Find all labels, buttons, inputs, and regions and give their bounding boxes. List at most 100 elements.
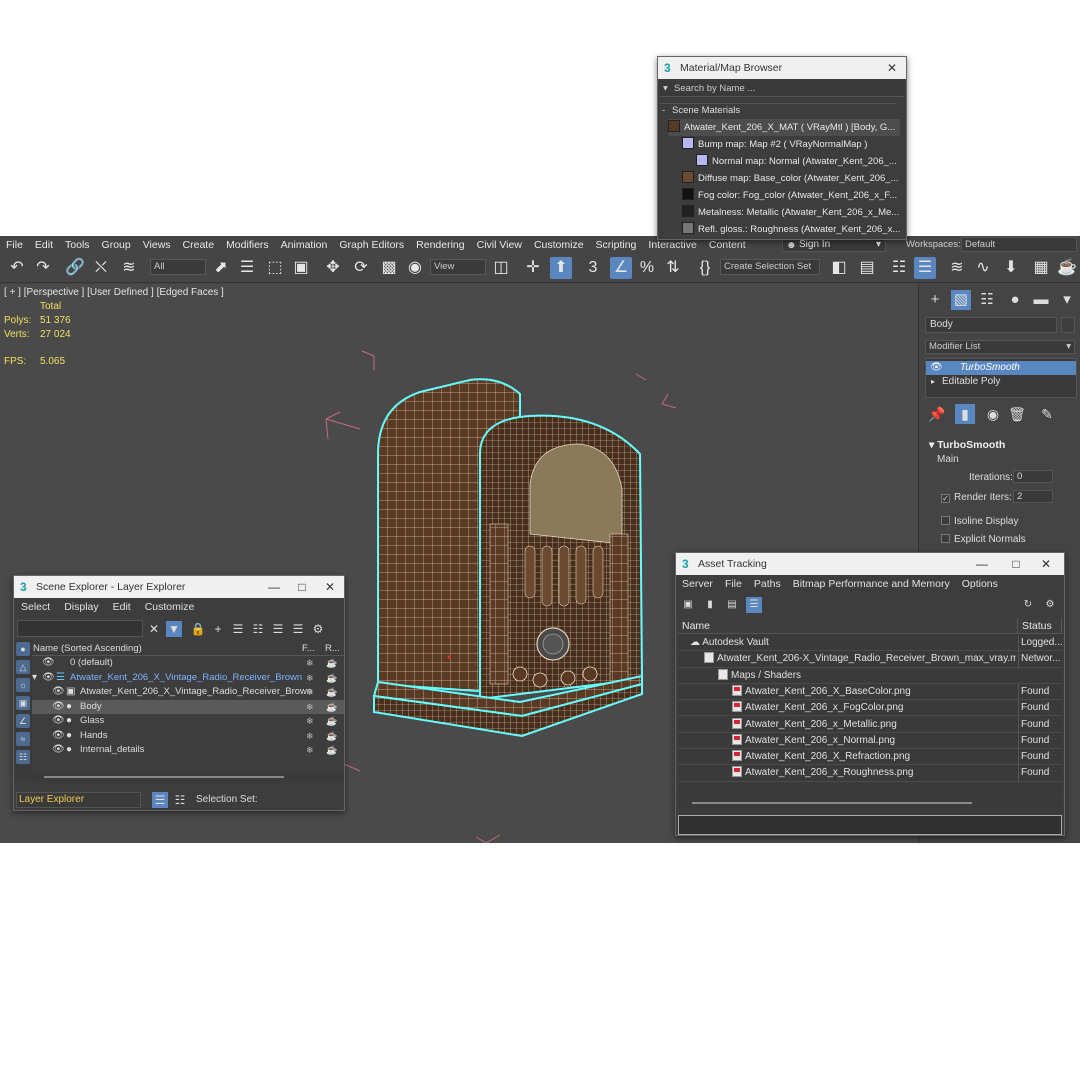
snowflake-icon[interactable]: ❄ [306,656,314,671]
menu-scripting[interactable]: Scripting [590,239,643,251]
edit-named-selection-icon[interactable]: {} [694,257,716,279]
column-renderable-header[interactable]: R... [325,642,340,656]
link-icon[interactable]: 🔗 [64,257,86,279]
object-row[interactable]: 👁 ▣ Atwater_Kent_206_X_Vintage_Radio_Rec… [32,685,344,700]
eye-icon[interactable]: 👁 [52,714,65,729]
schematic-view-icon[interactable]: ∿ [972,257,994,279]
menu-customize[interactable]: Customize [138,601,202,613]
render-iters-spinner[interactable]: 2 [1013,490,1053,503]
layer-row[interactable]: ▾ 👁 ☰ Atwater_Kent_206_X_Vintage_Radio_R… [32,671,344,686]
teapot-icon[interactable]: ☕ [326,700,337,715]
render-setup-icon[interactable]: ▦ [1030,257,1052,279]
geometry-filter-icon[interactable]: ● [16,642,30,656]
remove-modifier-icon[interactable]: 🗑 [1007,404,1027,424]
map-row[interactable]: Diffuse map: Base_color (Atwater_Kent_20… [682,170,900,187]
asset-row[interactable]: Atwater_Kent_206-X_Vintage_Radio_Receive… [678,651,1062,668]
configure-modifier-sets-icon[interactable]: ✎ [1037,404,1057,424]
lights-filter-icon[interactable]: ☼ [16,678,30,692]
explicit-normals-checkbox[interactable] [941,534,950,543]
selection-filter-select[interactable]: All [150,259,206,275]
redo-icon[interactable]: ↷ [32,257,54,279]
utilities-tab-icon[interactable]: ▾ [1057,290,1077,310]
asset-row[interactable]: Atwater_Kent_206_X_BaseColor.png Found [678,683,1062,701]
snaps-toggle-icon[interactable]: 3 [582,257,604,279]
align-icon[interactable]: ▤ [856,257,878,279]
teapot-icon[interactable]: ☕ [326,714,337,729]
material-editor-icon[interactable]: ⬇ [1000,257,1022,279]
menu-paths[interactable]: Paths [748,578,787,590]
spacewarps-filter-icon[interactable]: ≈ [16,732,30,746]
stack-item-turbosmooth[interactable]: 👁 TurboSmooth [926,361,1076,375]
asset-row[interactable]: Atwater_Kent_206_x_Roughness.png Found [678,765,1062,782]
select-by-name-icon[interactable]: ☰ [236,257,258,279]
window-crossing-icon[interactable]: ▣ [290,257,312,279]
groups-filter-icon[interactable]: ☷ [16,750,30,764]
motion-tab-icon[interactable]: ● [1005,290,1025,310]
menu-customize[interactable]: Customize [528,239,590,251]
teapot-icon[interactable]: ☕ [326,656,337,671]
menu-display[interactable]: Display [57,601,105,613]
render-frame-icon[interactable]: ☕ [1056,257,1078,279]
snowflake-icon[interactable]: ❄ [306,685,314,700]
close-icon[interactable]: ✕ [878,57,906,79]
unlink-icon[interactable]: ⛌ [90,257,112,279]
column-name-header[interactable]: Name (Sorted Ascending) [33,642,142,656]
object-row[interactable]: 👁 ● Glass ❄ ☕ [32,714,344,729]
filter-icon[interactable]: ▼ [166,621,182,637]
scene-materials-group[interactable]: - Scene Materials [660,103,896,117]
menu-animation[interactable]: Animation [275,239,334,251]
iterations-spinner[interactable]: 0 [1013,470,1053,483]
horizontal-scrollbar[interactable] [32,772,344,782]
snowflake-icon[interactable]: ❄ [306,729,314,744]
toggle-scene-explorer-icon[interactable]: ☷ [888,257,910,279]
show-end-result-icon[interactable]: ▮ [955,404,975,424]
close-icon[interactable]: ✕ [1032,553,1060,575]
menu-rendering[interactable]: Rendering [410,239,470,251]
teapot-icon[interactable]: ☕ [326,743,337,758]
eye-icon[interactable]: 👁 [42,656,55,671]
map-row[interactable]: Normal map: Normal (Atwater_Kent_206_... [696,153,900,170]
menu-interactive[interactable]: Interactive [642,239,702,251]
snowflake-icon[interactable]: ❄ [306,743,314,758]
asset-tracking-titlebar[interactable]: 3 Asset Tracking — □ ✕ [676,553,1064,575]
layers-icon[interactable]: ☰ [230,621,246,637]
rect-selection-icon[interactable]: ⬚ [264,257,286,279]
select-object-icon[interactable]: ⬈ [210,257,232,279]
rotate-icon[interactable]: ⟳ [350,257,372,279]
menu-modifiers[interactable]: Modifiers [220,239,275,251]
menu-graph-editors[interactable]: Graph Editors [333,239,410,251]
named-selection-select[interactable]: Create Selection Set [720,259,820,275]
undo-icon[interactable]: ↶ [6,257,28,279]
close-icon[interactable]: ✕ [316,576,344,598]
mirror-icon[interactable]: ◧ [828,257,850,279]
toggle-layer-explorer-icon[interactable]: ☰ [914,257,936,279]
menu-edit[interactable]: Edit [106,601,138,613]
explorer-type-select[interactable]: Layer Explorer [16,792,141,808]
eye-icon[interactable]: 👁 [930,361,943,375]
curve-editor-icon[interactable]: ≋ [946,257,968,279]
hierarchy-mode-icon[interactable]: ☷ [172,792,188,808]
hierarchy-tab-icon[interactable]: ☷ [977,290,997,310]
helpers-filter-icon[interactable]: ∠ [16,714,30,728]
angle-snap-icon[interactable]: ∠ [610,257,632,279]
move-icon[interactable]: ✥ [322,257,344,279]
menu-tools[interactable]: Tools [59,239,96,251]
cameras-filter-icon[interactable]: ▣ [16,696,30,710]
make-unique-icon[interactable]: ◉ [983,404,1003,424]
select-manipulate-icon[interactable]: ✛ [522,257,544,279]
maximize-icon[interactable]: □ [1002,553,1030,575]
keyboard-shortcut-override-icon[interactable]: ⬆ [550,257,572,279]
find-input[interactable] [17,620,143,637]
pivot-center-icon[interactable]: ◫ [490,257,512,279]
viewport-label[interactable]: [ + ] [Perspective ] [User Defined ] [Ed… [4,287,224,298]
object-color-swatch[interactable] [1061,317,1075,333]
material-browser-titlebar[interactable]: 3 Material/Map Browser ✕ [658,57,906,79]
menu-civil-view[interactable]: Civil View [471,239,528,251]
render-iters-checkbox[interactable]: ✓ [941,494,950,503]
menu-edit[interactable]: Edit [29,239,59,251]
menu-file[interactable]: File [719,578,748,590]
layer-row[interactable]: 👁 0 (default) ❄ ☕ [32,656,344,671]
bind-space-warp-icon[interactable]: ≋ [118,257,140,279]
eye-icon[interactable]: 👁 [52,743,65,758]
refresh-icon[interactable]: ↻ [1020,597,1036,613]
